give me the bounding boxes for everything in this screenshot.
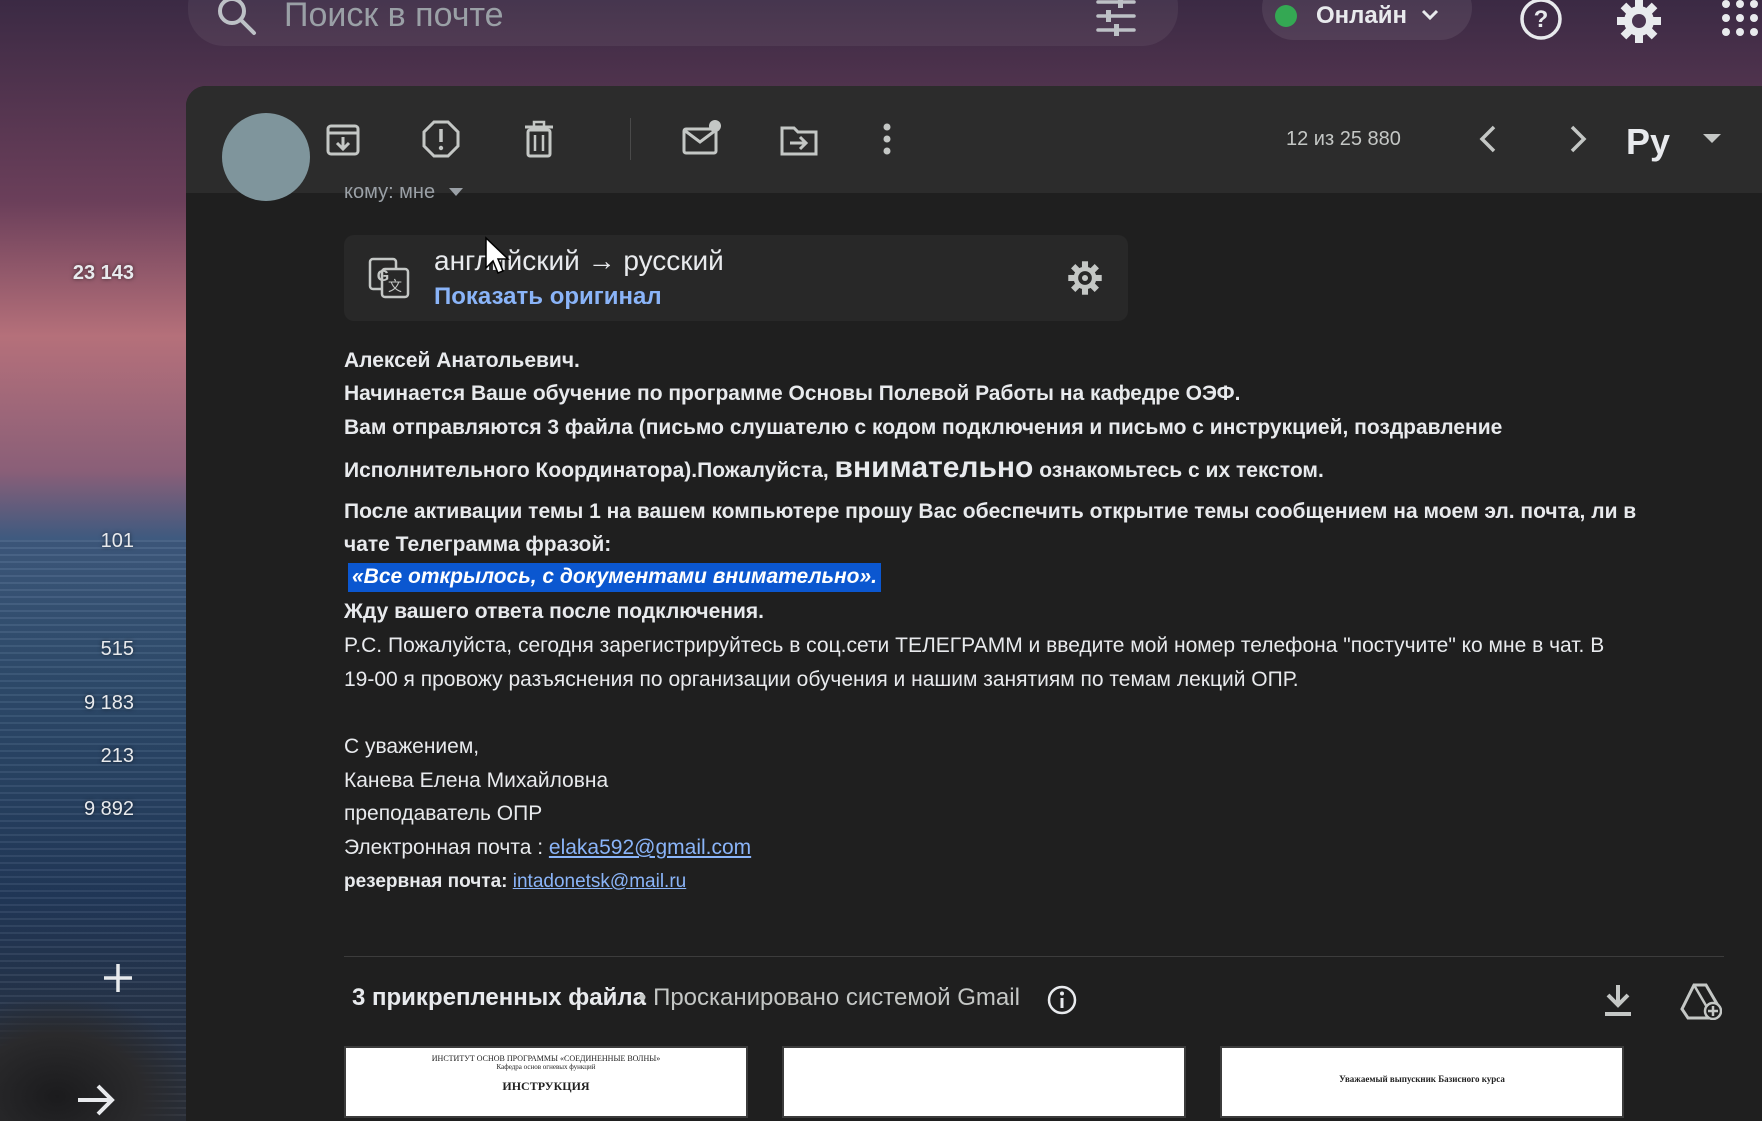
- sender-avatar[interactable]: [222, 113, 310, 201]
- recipients-caret-icon[interactable]: [448, 185, 464, 199]
- recipients-line: кому: мне: [344, 181, 436, 203]
- body-line: Жду вашего ответа после подключения.: [344, 600, 764, 623]
- backup-email-link[interactable]: intadonetsk@mail.ru: [513, 871, 686, 892]
- help-icon[interactable]: ?: [1518, 0, 1564, 42]
- download-all-icon[interactable]: [1600, 982, 1636, 1018]
- email-label: Электронная почта :: [344, 836, 549, 859]
- search-options-icon[interactable]: [1094, 0, 1138, 36]
- newer-chevron-left-icon[interactable]: [1468, 118, 1510, 160]
- body-text-part: Исполнительного Координатора).Пожалуйста…: [344, 459, 835, 482]
- report-spam-icon[interactable]: [420, 118, 462, 160]
- translate-icon: G 文: [368, 257, 410, 299]
- move-to-folder-icon[interactable]: [778, 118, 820, 160]
- translation-bar: G 文 английский → русский Показать оригин…: [344, 235, 1128, 321]
- rail-count[interactable]: 101: [0, 530, 134, 553]
- signature-name: Канева Елена Михайловна: [344, 769, 609, 792]
- attachment-preview-heading: Уважаемый выпускник Базисного курса: [1339, 1074, 1505, 1084]
- attachment-preview-line: ИНСТИТУТ ОСНОВ ПРОГРАММЫ «СОЕДИНЕННЫЕ ВО…: [431, 1054, 661, 1063]
- archive-icon[interactable]: [322, 118, 364, 160]
- svg-text:?: ?: [1534, 6, 1549, 33]
- body-text-part: ознакомьтесь с их текстом.: [1033, 459, 1324, 482]
- body-line: Вам отправляются 3 файла (письмо слушате…: [344, 416, 1503, 439]
- info-icon[interactable]: [1046, 984, 1078, 1016]
- body-line: P.С. Пожалуйста, сегодня зарегистрируйте…: [344, 634, 1605, 657]
- attachment-preview-heading: ИНСТРУКЦИЯ: [502, 1079, 590, 1093]
- signature-line: С уважением,: [344, 735, 480, 758]
- language-caret-icon[interactable]: [1700, 118, 1724, 160]
- attachments-scan-note: • Просканировано системой Gmail: [638, 984, 1020, 1011]
- add-to-drive-icon[interactable]: [1680, 982, 1722, 1020]
- rail-count[interactable]: 213: [0, 745, 134, 768]
- message-toolbar: 12 из 25 880 Ру: [186, 86, 1762, 193]
- attachments-title: 3 прикрепленных файла: [352, 984, 646, 1011]
- email-link[interactable]: elaka592@gmail.com: [549, 836, 751, 859]
- attachment-thumbnail[interactable]: [782, 1046, 1186, 1118]
- highlighted-phrase: «Все открылось, с документами внимательн…: [348, 563, 882, 592]
- more-vert-icon[interactable]: [866, 118, 908, 160]
- attachments-divider: [344, 956, 1724, 957]
- search-icon[interactable]: [214, 0, 258, 38]
- body-line: чате Телеграмма фразой:: [344, 533, 612, 556]
- emphasis-word: внимательно: [834, 451, 1034, 484]
- settings-gear-icon[interactable]: [1614, 0, 1664, 46]
- body-line: Алексей Анатольевич.: [344, 349, 580, 372]
- attachment-thumbnail[interactable]: Уважаемый выпускник Базисного курса: [1220, 1046, 1624, 1118]
- chevron-down-icon[interactable]: [1419, 4, 1441, 26]
- mark-unread-icon[interactable]: [680, 118, 722, 160]
- message-panel: 12 из 25 880 Ру кому: мне G 文 английский…: [186, 86, 1762, 1121]
- toolbar-divider: [630, 118, 631, 160]
- backup-email-label: резервная почта:: [344, 871, 513, 892]
- selected-text[interactable]: «Все открылось, с документами внимательн…: [348, 563, 882, 592]
- older-chevron-right-icon[interactable]: [1556, 118, 1598, 160]
- apps-grid-icon[interactable]: [1718, 0, 1762, 42]
- add-label-plus-icon[interactable]: [100, 960, 136, 996]
- online-status-dot: [1275, 5, 1297, 27]
- svg-text:文: 文: [388, 279, 402, 295]
- message-counter: 12 из 25 880: [1286, 128, 1401, 150]
- attachment-thumbnail[interactable]: ИНСТИТУТ ОСНОВ ПРОГРАММЫ «СОЕДИНЕННЫЕ ВО…: [344, 1046, 748, 1118]
- status-label[interactable]: Онлайн: [1316, 2, 1407, 30]
- rail-count[interactable]: 9 892: [0, 798, 134, 821]
- arrow-right-icon[interactable]: [74, 1080, 118, 1120]
- show-original-link[interactable]: Показать оригинал: [434, 283, 662, 311]
- body-line: Начинается Ваше обучение по программе Ос…: [344, 382, 1241, 405]
- search-input[interactable]: Поиск в почте: [284, 0, 504, 35]
- rail-count[interactable]: 515: [0, 638, 134, 661]
- body-line: 19-00 я провожу разъяснения по организац…: [344, 668, 1299, 691]
- signature-title: преподаватель ОПР: [344, 802, 543, 825]
- translation-direction: английский → русский: [434, 245, 724, 276]
- attachment-preview-line: Кафедра основ огневых функций: [496, 1063, 596, 1071]
- top-bar: Поиск в почте Онлайн ?: [0, 0, 1762, 60]
- body-line: После активации темы 1 на вашем компьюте…: [344, 500, 1637, 523]
- delete-trash-icon[interactable]: [518, 118, 560, 160]
- rail-count-inbox[interactable]: 23 143: [0, 262, 134, 285]
- body-line: Исполнительного Координатора).Пожалуйста…: [344, 451, 1324, 485]
- signature-backup-email-line: резервная почта: intadonetsk@mail.ru: [344, 871, 686, 893]
- signature-email-line: Электронная почта : elaka592@gmail.com: [344, 836, 751, 860]
- message-content: кому: мне G 文 английский → русский Показ…: [186, 113, 1762, 1121]
- rail-count[interactable]: 9 183: [0, 692, 134, 715]
- input-language-label[interactable]: Ру: [1626, 121, 1670, 163]
- mouse-cursor-icon: [485, 236, 510, 274]
- translation-settings-gear-icon[interactable]: [1066, 259, 1104, 297]
